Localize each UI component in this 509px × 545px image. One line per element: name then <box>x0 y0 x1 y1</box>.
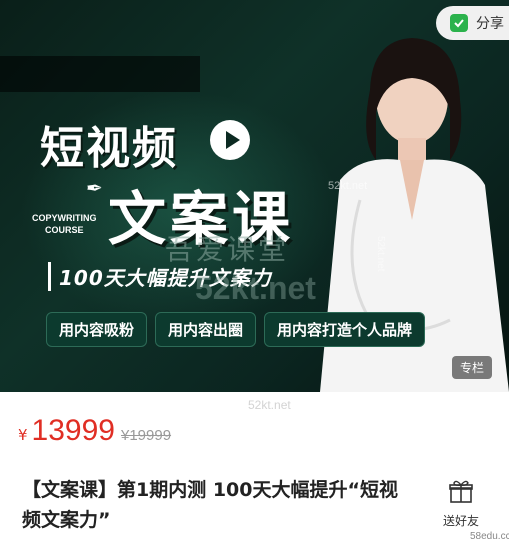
banner-tags: 用内容吸粉 用内容出圈 用内容打造个人品牌 <box>46 312 426 347</box>
pen-icon: ✒ <box>86 176 103 200</box>
play-icon <box>210 120 250 160</box>
course-title: 【文案课】第1期内测 100天大幅提升“短视频文案力” <box>22 479 398 531</box>
price-row: ¥ 13999 ¥19999 <box>18 414 171 448</box>
share-icon <box>450 14 468 32</box>
gift-label: 送好友 <box>442 514 479 528</box>
watermark-below: 52kt.net <box>248 398 291 412</box>
banner-tag: 用内容打造个人品牌 <box>264 312 426 347</box>
banner-title-line1: 短视频 <box>40 123 178 174</box>
course-cover-banner[interactable]: 短视频 ✒ 文案课 COPYWRITING COURSE 100天大幅提升文案力… <box>0 0 509 392</box>
gift-to-friend-button[interactable]: 送好友 <box>436 478 486 529</box>
share-label: 分享 <box>476 16 504 32</box>
watermark-corner: 58edu.cc <box>470 531 509 542</box>
banner-title-line2: 文案课 <box>108 185 295 253</box>
current-price: 13999 <box>31 414 115 447</box>
column-badge: 专栏 <box>452 356 493 379</box>
banner-dark-band <box>0 56 200 92</box>
share-button[interactable]: 分享 <box>436 6 509 40</box>
banner-tag: 用内容吸粉 <box>46 312 148 347</box>
banner-tag: 用内容出圈 <box>155 312 257 347</box>
gift-icon <box>449 480 473 503</box>
copywriting-course-label: COPYWRITING COURSE <box>32 213 97 235</box>
currency-sign: ¥ <box>18 426 28 444</box>
original-price: ¥19999 <box>120 427 172 444</box>
banner-subtitle: 100天大幅提升文案力 <box>48 262 272 291</box>
